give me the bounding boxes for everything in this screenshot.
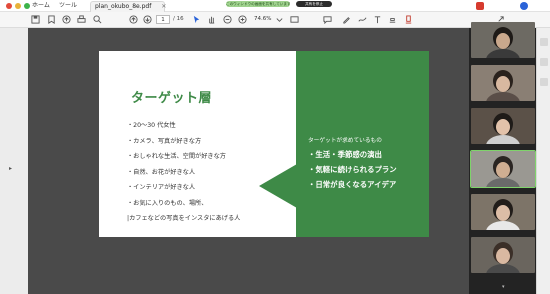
participant-3-video[interactable] [471, 108, 535, 144]
participant-5-video[interactable] [471, 194, 535, 230]
comment-icon[interactable] [323, 14, 332, 26]
text-icon[interactable] [373, 14, 382, 26]
zoom-level[interactable]: 74.6% [254, 15, 271, 24]
more-icon[interactable] [404, 14, 413, 26]
minimize-window-icon[interactable] [15, 3, 21, 9]
hand-icon[interactable] [207, 14, 216, 26]
participant-2-video[interactable] [471, 65, 535, 101]
zoom-dropdown-icon[interactable] [275, 14, 284, 26]
target-list: ・20〜30 代女性 ・カメラ、写真が好きな方 ・おしゃれな生活、空間が好きな方… [127, 122, 241, 232]
list-item: ・生活・季節感の演出 [308, 150, 382, 159]
tab-home[interactable]: ホーム [32, 1, 50, 11]
rail-tool-icon[interactable] [540, 38, 548, 46]
participant-6-video[interactable] [471, 237, 535, 273]
video-frame [486, 199, 520, 230]
list-item: ・カメラ、写真が好きな方 [127, 137, 202, 145]
upload-icon[interactable] [62, 14, 71, 26]
page-number-input[interactable]: 1 [156, 15, 170, 24]
participant-1-video[interactable] [471, 22, 535, 58]
rail-tool-icon[interactable] [540, 58, 548, 66]
draw-icon[interactable] [358, 14, 367, 26]
list-item: ・インテリアが好きな人 [127, 184, 196, 191]
print-icon[interactable] [77, 14, 86, 26]
prev-page-icon[interactable] [129, 14, 138, 26]
person-face [496, 205, 510, 221]
stop-share-button[interactable]: 共有を停止 [296, 1, 332, 7]
person-shoulders [486, 92, 520, 101]
needs-heading: ターゲットが求めているもの [308, 138, 382, 144]
list-item: |カフェなどの写真をインスタにあげる人 [127, 215, 241, 222]
search-icon[interactable] [93, 14, 102, 26]
person-shoulders [486, 49, 520, 58]
next-page-icon[interactable] [143, 14, 152, 26]
page-total: / 16 [173, 16, 184, 22]
select-icon[interactable] [192, 14, 201, 26]
tab-tools[interactable]: ツール [59, 1, 77, 11]
expand-panel-icon[interactable]: ▸ [9, 165, 12, 172]
green-panel-arrow [259, 164, 297, 208]
person-shoulders [486, 178, 520, 187]
avatar[interactable] [520, 2, 528, 10]
title-bar: ホーム ツール plan_okubo_8e.pdf ✕ このウィンドウの画面を共有… [0, 0, 550, 12]
person-face [496, 248, 510, 264]
list-item: ・おしゃれな生活、空間が好きな方 [127, 153, 226, 160]
person-face [496, 162, 510, 178]
list-item: ・自然、お花が好きな人 [127, 168, 196, 176]
video-frame [486, 70, 520, 101]
rail-tool-icon[interactable] [540, 78, 548, 86]
needs-list: ・生活・季節感の演出 ・気軽に続けられるプラン ・日常が良くなるアイデア [308, 151, 397, 196]
person-face [496, 119, 510, 135]
zoom-in-icon[interactable] [238, 14, 247, 26]
green-panel [296, 51, 429, 237]
right-tool-rail [536, 28, 550, 294]
person-face [496, 33, 510, 49]
participant-4-video[interactable] [470, 150, 536, 188]
person-shoulders [486, 135, 520, 144]
person-shoulders [486, 221, 520, 230]
save-icon[interactable] [31, 14, 40, 26]
bookmark-icon[interactable] [47, 14, 56, 26]
close-tab-icon[interactable]: ✕ [161, 3, 166, 10]
fit-icon[interactable] [290, 14, 299, 26]
slide-title: ターゲット層 [131, 91, 213, 106]
list-item: ・日常が良くなるアイデア [308, 180, 397, 189]
maximize-window-icon[interactable] [24, 3, 30, 9]
pdf-toolbar: 1 / 16 74.6% [0, 12, 550, 28]
stamp-icon[interactable] [388, 14, 397, 26]
tab-document[interactable]: plan_okubo_8e.pdf ✕ [90, 1, 166, 12]
list-item: ・20〜30 代女性 [127, 122, 176, 129]
video-frame [486, 156, 520, 187]
video-frame [486, 27, 520, 58]
gallery-scroll-icon[interactable]: ▾ [502, 285, 508, 290]
video-frame [486, 113, 520, 144]
video-gallery [469, 22, 536, 294]
notification-badge[interactable] [476, 2, 484, 10]
sharing-banner: このウィンドウの画面を共有しています [226, 1, 290, 7]
left-panel: ▸ [0, 28, 28, 294]
person-shoulders [486, 264, 520, 273]
video-frame [486, 242, 520, 273]
pen-icon[interactable] [342, 14, 351, 26]
pdf-page: ターゲット層 ・20〜30 代女性 ・カメラ、写真が好きな方 ・おしゃれな生活、… [99, 51, 429, 237]
zoom-out-icon[interactable] [223, 14, 232, 26]
tab-document-label: plan_okubo_8e.pdf [95, 3, 152, 10]
screen: ホーム ツール plan_okubo_8e.pdf ✕ このウィンドウの画面を共有… [0, 0, 550, 294]
list-item: ・気軽に続けられるプラン [308, 165, 397, 174]
window-controls [6, 3, 30, 9]
list-item: ・お気に入りのもの、場所、 [127, 199, 208, 207]
close-window-icon[interactable] [6, 3, 12, 9]
person-face [496, 76, 510, 92]
